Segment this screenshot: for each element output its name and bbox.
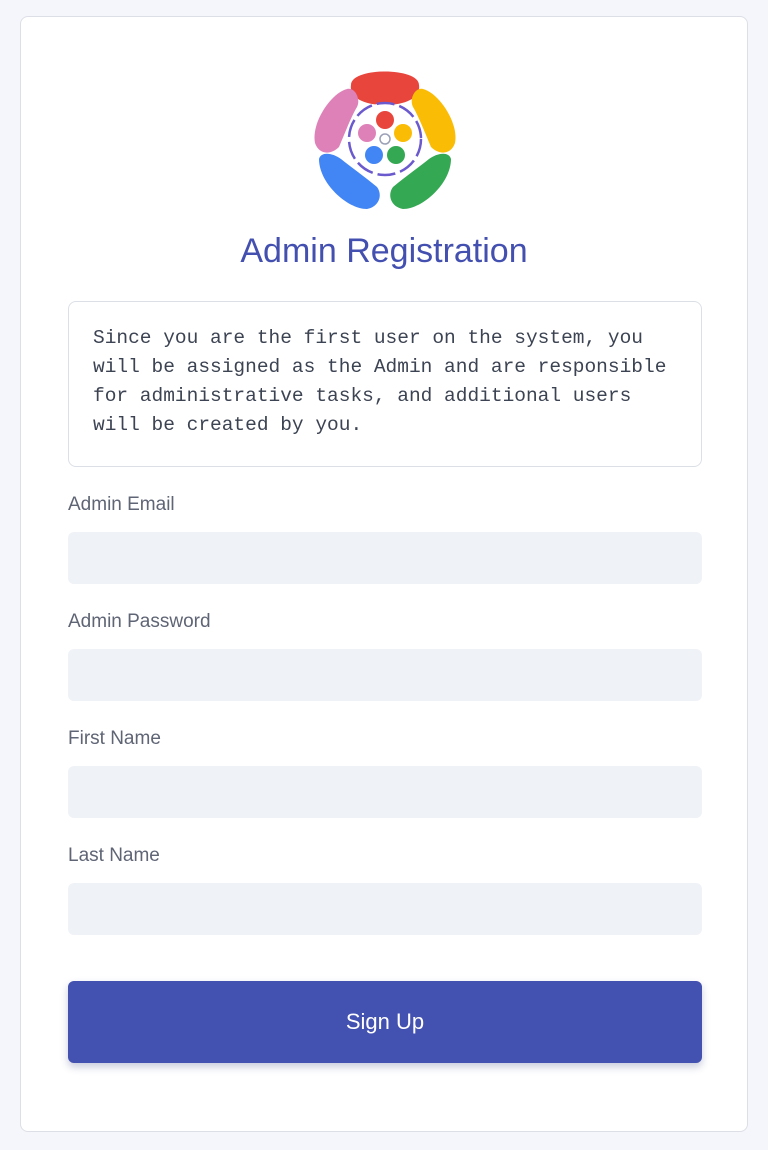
password-field[interactable] [68, 649, 702, 701]
logo-inner-pink [358, 124, 376, 142]
sign-up-button[interactable]: Sign Up [68, 981, 702, 1063]
first-user-notice: Since you are the first user on the syst… [68, 301, 702, 467]
flower-logo-icon [314, 71, 456, 209]
page-title: Admin Registration [240, 232, 528, 270]
logo-petal-red [350, 71, 420, 105]
last-name-field[interactable] [68, 883, 702, 935]
logo-center [379, 133, 391, 145]
email-field[interactable] [68, 532, 702, 584]
password-label: Admin Password [68, 611, 211, 632]
first-name-label: First Name [68, 728, 161, 749]
logo-inner-blue [365, 146, 383, 164]
logo-inner-yellow [394, 124, 412, 142]
email-label: Admin Email [68, 494, 175, 515]
logo-inner-green [387, 146, 405, 164]
last-name-label: Last Name [68, 845, 160, 866]
logo-inner-red [376, 111, 394, 129]
first-name-field[interactable] [68, 766, 702, 818]
registration-card: Admin Registration Since you are the fir… [20, 16, 748, 1132]
